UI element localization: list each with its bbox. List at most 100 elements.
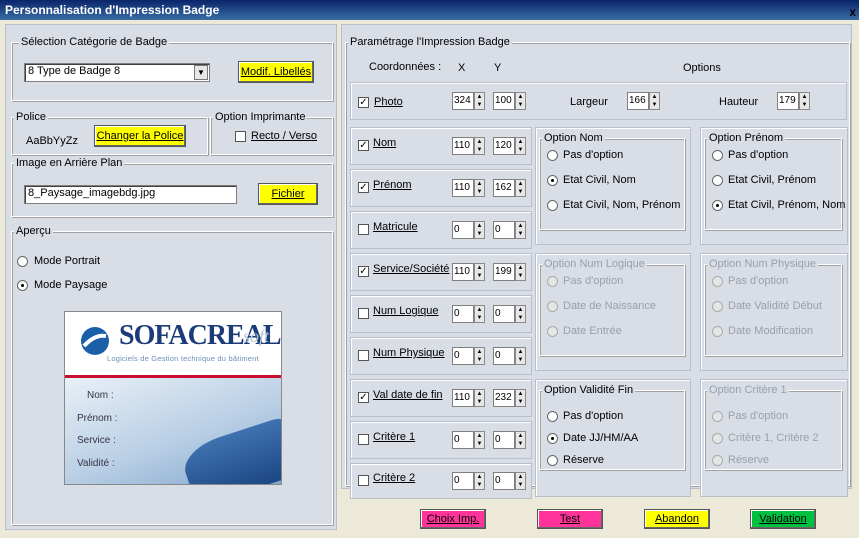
photo-x-spin[interactable]: 324 ▲ ▼ [452,92,485,110]
hauteur-value[interactable]: 179 [777,92,799,110]
opt-valid-radio-1[interactable] [547,433,558,444]
prenom-y-value[interactable]: 162 [493,179,515,197]
spin-arrows-icon[interactable]: ▲ ▼ [474,263,485,281]
nom-y-value[interactable]: 120 [493,137,515,155]
spin-arrows-icon[interactable]: ▲ ▼ [474,221,485,239]
nom-checkbox[interactable]: ✓ [358,140,369,151]
spin-arrows-icon[interactable]: ▲ ▼ [515,179,526,197]
photo-checkbox[interactable]: ✓ [358,97,369,108]
opt-prenom-option-1: Etat Civil, Prénom [728,174,817,186]
num-physique-x-value[interactable]: 0 [452,347,474,365]
spin-arrows-icon[interactable]: ▲ ▼ [474,389,485,407]
service-y-spin[interactable]: 199 ▲ ▼ [493,263,526,281]
spin-arrows-icon[interactable]: ▲ ▼ [515,347,526,365]
mode-paysage-radio[interactable] [17,280,28,291]
matricule-y-spin[interactable]: 0 ▲ ▼ [493,221,526,239]
num-physique-checkbox[interactable] [358,350,369,361]
matricule-x-value[interactable]: 0 [452,221,474,239]
spin-arrows-icon[interactable]: ▲ ▼ [474,137,485,155]
opt-prenom-radio-2[interactable] [712,200,723,211]
choix-imp-button[interactable]: Choix Imp. [420,509,486,529]
test-button[interactable]: Test [537,509,603,529]
critere-1-x-value[interactable]: 0 [452,431,474,449]
matricule-x-spin[interactable]: 0 ▲ ▼ [452,221,485,239]
num-logique-y-value[interactable]: 0 [493,305,515,323]
opt-prenom-radio-0[interactable] [712,150,723,161]
chevron-down-icon[interactable]: ▼ [194,65,208,80]
critere-2-y-value[interactable]: 0 [493,472,515,490]
matricule-y-value[interactable]: 0 [493,221,515,239]
critere-1-y-spin[interactable]: 0 ▲ ▼ [493,431,526,449]
num-logique-checkbox[interactable] [358,308,369,319]
spin-arrows-icon[interactable]: ▲ ▼ [474,305,485,323]
critere-2-x-value[interactable]: 0 [452,472,474,490]
num-physique-x-spin[interactable]: 0 ▲ ▼ [452,347,485,365]
largeur-spin[interactable]: 166 ▲ ▼ [627,92,660,110]
hauteur-spin[interactable]: 179 ▲ ▼ [777,92,810,110]
fichier-button[interactable]: Fichier [258,183,318,205]
close-icon[interactable]: x [849,2,856,22]
opt-nom-radio-1[interactable] [547,175,558,186]
nom-x-spin[interactable]: 110 ▲ ▼ [452,137,485,155]
num-logique-y-spin[interactable]: 0 ▲ ▼ [493,305,526,323]
spin-arrows-icon[interactable]: ▲ ▼ [474,179,485,197]
validation-button[interactable]: Validation [750,509,816,529]
nom-x-value[interactable]: 110 [452,137,474,155]
num-physique-y-value[interactable]: 0 [493,347,515,365]
mode-portrait-radio[interactable] [17,256,28,267]
changer-police-button[interactable]: Changer la Police [94,125,186,147]
opt-valid-radio-0[interactable] [547,411,558,422]
recto-verso-checkbox[interactable] [235,131,246,142]
prenom-x-value[interactable]: 110 [452,179,474,197]
matricule-checkbox[interactable] [358,224,369,235]
spin-arrows-icon[interactable]: ▲ ▼ [515,263,526,281]
val-date-fin-x-value[interactable]: 110 [452,389,474,407]
service-y-value[interactable]: 199 [493,263,515,281]
critere-2-y-spin[interactable]: 0 ▲ ▼ [493,472,526,490]
critere-2-x-spin[interactable]: 0 ▲ ▼ [452,472,485,490]
val-date-fin-checkbox[interactable]: ✓ [358,392,369,403]
spin-arrows-icon[interactable]: ▲ ▼ [799,92,810,110]
modif-libelles-button[interactable]: Modif. Libellés [238,61,314,83]
critere-1-y-value[interactable]: 0 [493,431,515,449]
service-x-spin[interactable]: 110 ▲ ▼ [452,263,485,281]
categorie-select[interactable]: 8 Type de Badge 8 ▼ [24,63,210,82]
spin-arrows-icon[interactable]: ▲ ▼ [474,92,485,110]
spin-arrows-icon[interactable]: ▲ ▼ [515,221,526,239]
opt-nom-radio-0[interactable] [547,150,558,161]
spin-arrows-icon[interactable]: ▲ ▼ [515,137,526,155]
nom-y-spin[interactable]: 120 ▲ ▼ [493,137,526,155]
spin-arrows-icon[interactable]: ▲ ▼ [515,92,526,110]
num-logique-x-value[interactable]: 0 [452,305,474,323]
spin-arrows-icon[interactable]: ▲ ▼ [515,431,526,449]
critere-1-x-spin[interactable]: 0 ▲ ▼ [452,431,485,449]
prenom-y-spin[interactable]: 162 ▲ ▼ [493,179,526,197]
spin-arrows-icon[interactable]: ▲ ▼ [515,389,526,407]
spin-arrows-icon[interactable]: ▲ ▼ [474,431,485,449]
val-date-fin-x-spin[interactable]: 110 ▲ ▼ [452,389,485,407]
critere-2-checkbox[interactable] [358,475,369,486]
val-date-fin-y-spin[interactable]: 232 ▲ ▼ [493,389,526,407]
opt-valid-radio-2[interactable] [547,455,558,466]
prenom-x-spin[interactable]: 110 ▲ ▼ [452,179,485,197]
spin-arrows-icon[interactable]: ▲ ▼ [474,472,485,490]
spin-arrows-icon[interactable]: ▲ ▼ [649,92,660,110]
prenom-checkbox[interactable]: ✓ [358,182,369,193]
image-file-field[interactable]: 8_Paysage_imagebdg.jpg [24,185,237,204]
largeur-value[interactable]: 166 [627,92,649,110]
num-logique-x-spin[interactable]: 0 ▲ ▼ [452,305,485,323]
spin-arrows-icon[interactable]: ▲ ▼ [474,347,485,365]
spin-arrows-icon[interactable]: ▲ ▼ [515,472,526,490]
abandon-button[interactable]: Abandon [644,509,710,529]
service-checkbox[interactable]: ✓ [358,266,369,277]
photo-y-value[interactable]: 100 [493,92,515,110]
critere-1-checkbox[interactable] [358,434,369,445]
val-date-fin-y-value[interactable]: 232 [493,389,515,407]
service-x-value[interactable]: 110 [452,263,474,281]
photo-x-value[interactable]: 324 [452,92,474,110]
photo-y-spin[interactable]: 100 ▲ ▼ [493,92,526,110]
opt-prenom-radio-1[interactable] [712,175,723,186]
spin-arrows-icon[interactable]: ▲ ▼ [515,305,526,323]
num-physique-y-spin[interactable]: 0 ▲ ▼ [493,347,526,365]
opt-nom-radio-2[interactable] [547,200,558,211]
